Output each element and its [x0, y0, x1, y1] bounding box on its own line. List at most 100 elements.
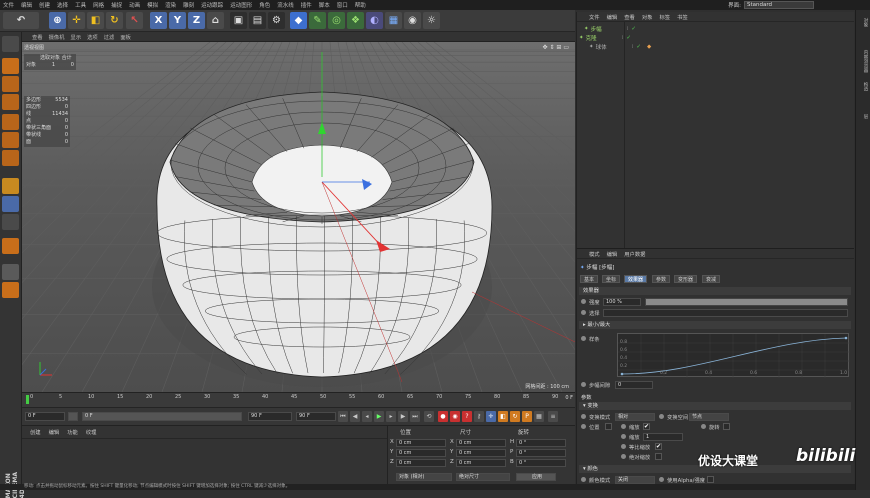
size-mode-dropdown[interactable]: 绝对尺寸 [456, 473, 510, 481]
floor-icon[interactable]: ▦ [385, 12, 402, 29]
range-start-arrow[interactable] [68, 412, 78, 421]
camera-icon[interactable]: ◉ [404, 12, 421, 29]
menu-item[interactable]: 运动跟踪 [201, 1, 223, 9]
material-menu-item[interactable]: 创建 [30, 428, 41, 436]
layout-dropdown[interactable]: Standard [744, 1, 814, 9]
array-icon[interactable]: ❖ [347, 12, 364, 29]
pos-checkbox[interactable] [605, 423, 612, 430]
menu-item[interactable]: 动画 [129, 1, 140, 9]
viewport-menu-item[interactable]: 摄像机 [49, 33, 65, 41]
coord-system-icon[interactable]: ⌂ [207, 12, 224, 29]
transform-mode-dropdown[interactable]: 相对 [615, 413, 655, 421]
enabled-check-icon[interactable]: ✓ [626, 35, 631, 41]
scale-dot[interactable] [621, 424, 626, 429]
object-menu-item[interactable]: 文件 [589, 13, 600, 21]
axis-y-button[interactable]: Y [169, 12, 186, 29]
spline-pen-icon[interactable]: ✎ [309, 12, 326, 29]
visibility-dots-icon[interactable]: ⁞ [627, 26, 629, 32]
play-icon[interactable]: ▶ [374, 411, 384, 422]
render-settings-icon[interactable]: ⚙ [268, 12, 285, 29]
object-menu-item[interactable]: 查看 [624, 13, 635, 21]
layout-selector[interactable]: 界面: Standard [728, 1, 814, 9]
equal-dot[interactable] [621, 444, 626, 449]
record-icon[interactable]: ● [438, 411, 448, 422]
rot-key-icon[interactable]: ↻ [510, 411, 520, 422]
transform-space-dot[interactable] [659, 414, 664, 419]
prev-frame-icon[interactable]: ◂ [362, 411, 372, 422]
scale-key-icon[interactable]: ◧ [498, 411, 508, 422]
object-row[interactable]: ✦ 球体 ⁞ ✓ ◆ [577, 43, 855, 51]
viewport-menu-item[interactable]: 面板 [120, 33, 131, 41]
alpha-dot[interactable] [659, 477, 664, 482]
use-alpha-checkbox[interactable] [707, 476, 714, 483]
menu-item[interactable]: 模拟 [147, 1, 158, 9]
workplane-icon[interactable] [2, 94, 19, 110]
timeline-menu-icon[interactable]: ≡ [548, 411, 558, 422]
perspective-viewport[interactable]: 透视视图 选取对象 合计 对象 1 0 多边形 5534 四边形 0 线 11434 点 0 带状三… [22, 42, 575, 392]
enabled-check-icon[interactable]: ✓ [631, 26, 636, 32]
object-menu-item[interactable]: 对象 [642, 13, 653, 21]
viewport-menu-item[interactable]: 查看 [32, 33, 43, 41]
scale-icon[interactable]: ◧ [87, 12, 104, 29]
viewport-nav-icons[interactable]: ✥ ⇕ ⊞ ▭ [543, 44, 569, 51]
next-key-icon[interactable]: ▶ [398, 411, 408, 422]
strength-anim-dot[interactable] [581, 299, 586, 304]
layer-icon[interactable] [2, 264, 19, 280]
points-mode-icon[interactable] [2, 114, 19, 130]
recent-tool-icon[interactable]: ↖ [126, 12, 143, 29]
playhead[interactable] [26, 395, 29, 404]
range-slider[interactable]: 0 F [82, 412, 242, 421]
menu-item[interactable]: 捕捉 [111, 1, 122, 9]
abs-dot[interactable] [621, 454, 626, 459]
polygons-mode-icon[interactable] [2, 150, 19, 166]
attr-tab[interactable]: 参数 [652, 275, 671, 283]
deformer-icon[interactable]: ◐ [366, 12, 383, 29]
attr-tab[interactable]: 效果器 [624, 275, 648, 283]
transform-space-dropdown[interactable]: 节点 [689, 413, 729, 421]
undo-button[interactable]: ↶ [3, 12, 39, 29]
rot-checkbox[interactable] [723, 423, 730, 430]
attr-tab[interactable]: 基本 [580, 275, 599, 283]
cube-icon[interactable]: ◆ [290, 12, 307, 29]
prev-key-icon[interactable]: ◀ [350, 411, 360, 422]
enabled-check-icon[interactable]: ✓ [636, 44, 641, 50]
object-menu-item[interactable]: 书签 [677, 13, 688, 21]
attr-menu-item[interactable]: 模式 [589, 250, 600, 258]
model-mode-icon[interactable] [2, 58, 19, 74]
go-end-icon[interactable]: ⏭ [410, 411, 420, 422]
light-icon[interactable]: ☼ [423, 12, 440, 29]
coord-pos-field[interactable]: 0 cm [396, 449, 446, 457]
menu-item[interactable]: 文件 [3, 1, 14, 9]
coord-pos-field[interactable]: 0 cm [396, 439, 446, 447]
coord-pos-field[interactable]: 0 cm [396, 459, 446, 467]
timeline[interactable]: 0 5 10 15 20 25 30 35 40 45 50 55 60 65 70 75 80 85 90 0 F [22, 392, 575, 407]
keyframe-selection-icon[interactable]: ? [462, 411, 472, 422]
spline-graph[interactable]: 0.2 0.4 0.6 0.8 1.0 0.8 0.6 0.4 0.2 [617, 333, 850, 378]
menu-item[interactable]: 流水线 [277, 1, 294, 9]
visibility-dots-icon[interactable]: ⁞ [632, 44, 634, 50]
end-frame-field[interactable]: 90 F [248, 412, 292, 421]
snap-icon[interactable] [2, 214, 19, 230]
enable-axis-icon[interactable] [2, 178, 19, 194]
coord-rot-field[interactable]: 0 ° [516, 459, 566, 467]
transform-mode-dot[interactable] [581, 414, 586, 419]
make-editable-icon[interactable] [2, 36, 19, 52]
strength-slider[interactable] [645, 298, 848, 306]
menu-item[interactable]: 雕刻 [183, 1, 194, 9]
axis-x-button[interactable]: X [150, 12, 167, 29]
abs-scale-checkbox[interactable] [655, 453, 662, 460]
color-mode-dot[interactable] [581, 477, 586, 482]
attr-menu-item[interactable]: 编辑 [607, 250, 618, 258]
object-menu-item[interactable]: 编辑 [607, 13, 618, 21]
material-menu-item[interactable]: 纹理 [86, 428, 97, 436]
section-transform[interactable]: ▾ 变换 [579, 402, 851, 410]
move-icon[interactable]: ✛ [68, 12, 85, 29]
equal-scale-checkbox[interactable]: ✔ [655, 443, 662, 450]
visibility-dots-icon[interactable]: ⁞ [622, 35, 624, 41]
menu-item[interactable]: 窗口 [337, 1, 348, 9]
edges-mode-icon[interactable] [2, 132, 19, 148]
pos-dot[interactable] [581, 424, 586, 429]
next-frame-icon[interactable]: ▸ [386, 411, 396, 422]
select-anim-dot[interactable] [581, 310, 586, 315]
layer-browser-icon[interactable] [2, 282, 19, 298]
